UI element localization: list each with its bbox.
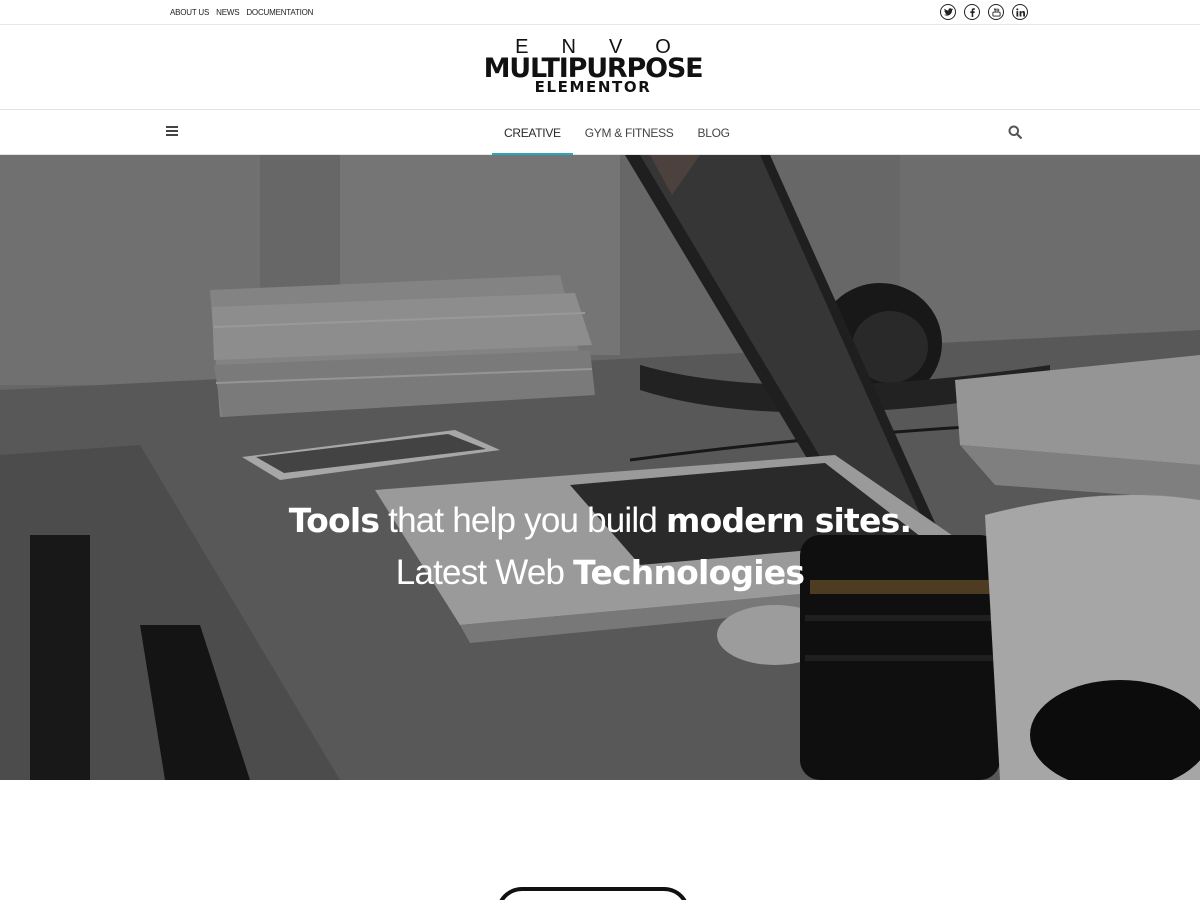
nav-item-creative[interactable]: CREATIVE [492, 110, 573, 155]
main-menu: CREATIVE GYM & FITNESS BLOG [492, 110, 742, 155]
linkedin-icon[interactable] [1012, 4, 1028, 20]
youtube-icon[interactable] [988, 4, 1004, 20]
hero-light-latest-web: Latest Web [395, 553, 574, 592]
top-links: ABOUT US NEWS DOCUMENTATION [170, 0, 313, 24]
hamburger-icon[interactable] [166, 126, 178, 136]
top-bar: ABOUT US NEWS DOCUMENTATION [0, 0, 1200, 25]
site-logo[interactable]: ENVO MULTIPURPOSE ELEMENTOR [462, 36, 724, 98]
nav-item-blog[interactable]: BLOG [686, 110, 742, 155]
top-link-news[interactable]: NEWS [216, 8, 239, 17]
hero-light-text: that help you build [379, 501, 666, 540]
nav-item-gym-fitness[interactable]: GYM & FITNESS [573, 110, 686, 155]
site-header: ENVO MULTIPURPOSE ELEMENTOR [0, 25, 1200, 110]
social-links [940, 4, 1028, 20]
facebook-icon[interactable] [964, 4, 980, 20]
search-icon[interactable] [1008, 125, 1022, 139]
hero-bold-technologies: Technologies [573, 553, 805, 592]
hero-heading: Tools that help you build modern sites. … [0, 500, 1200, 594]
device-image [496, 887, 690, 900]
main-navigation: CREATIVE GYM & FITNESS BLOG [0, 110, 1200, 155]
hero-section: Tools that help you build modern sites. … [0, 155, 1200, 780]
top-link-about-us[interactable]: ABOUT US [170, 8, 209, 17]
hero-background-image [0, 155, 1200, 780]
hero-line-1: Tools that help you build modern sites. [0, 500, 1200, 542]
top-link-documentation[interactable]: DOCUMENTATION [246, 8, 313, 17]
hero-line-2: Latest Web Technologies [0, 552, 1200, 594]
twitter-icon[interactable] [940, 4, 956, 20]
hero-bold-tools: Tools [288, 501, 380, 540]
logo-line-elementor: ELEMENTOR [534, 78, 652, 96]
hero-bold-modern-sites: modern sites. [665, 501, 912, 540]
